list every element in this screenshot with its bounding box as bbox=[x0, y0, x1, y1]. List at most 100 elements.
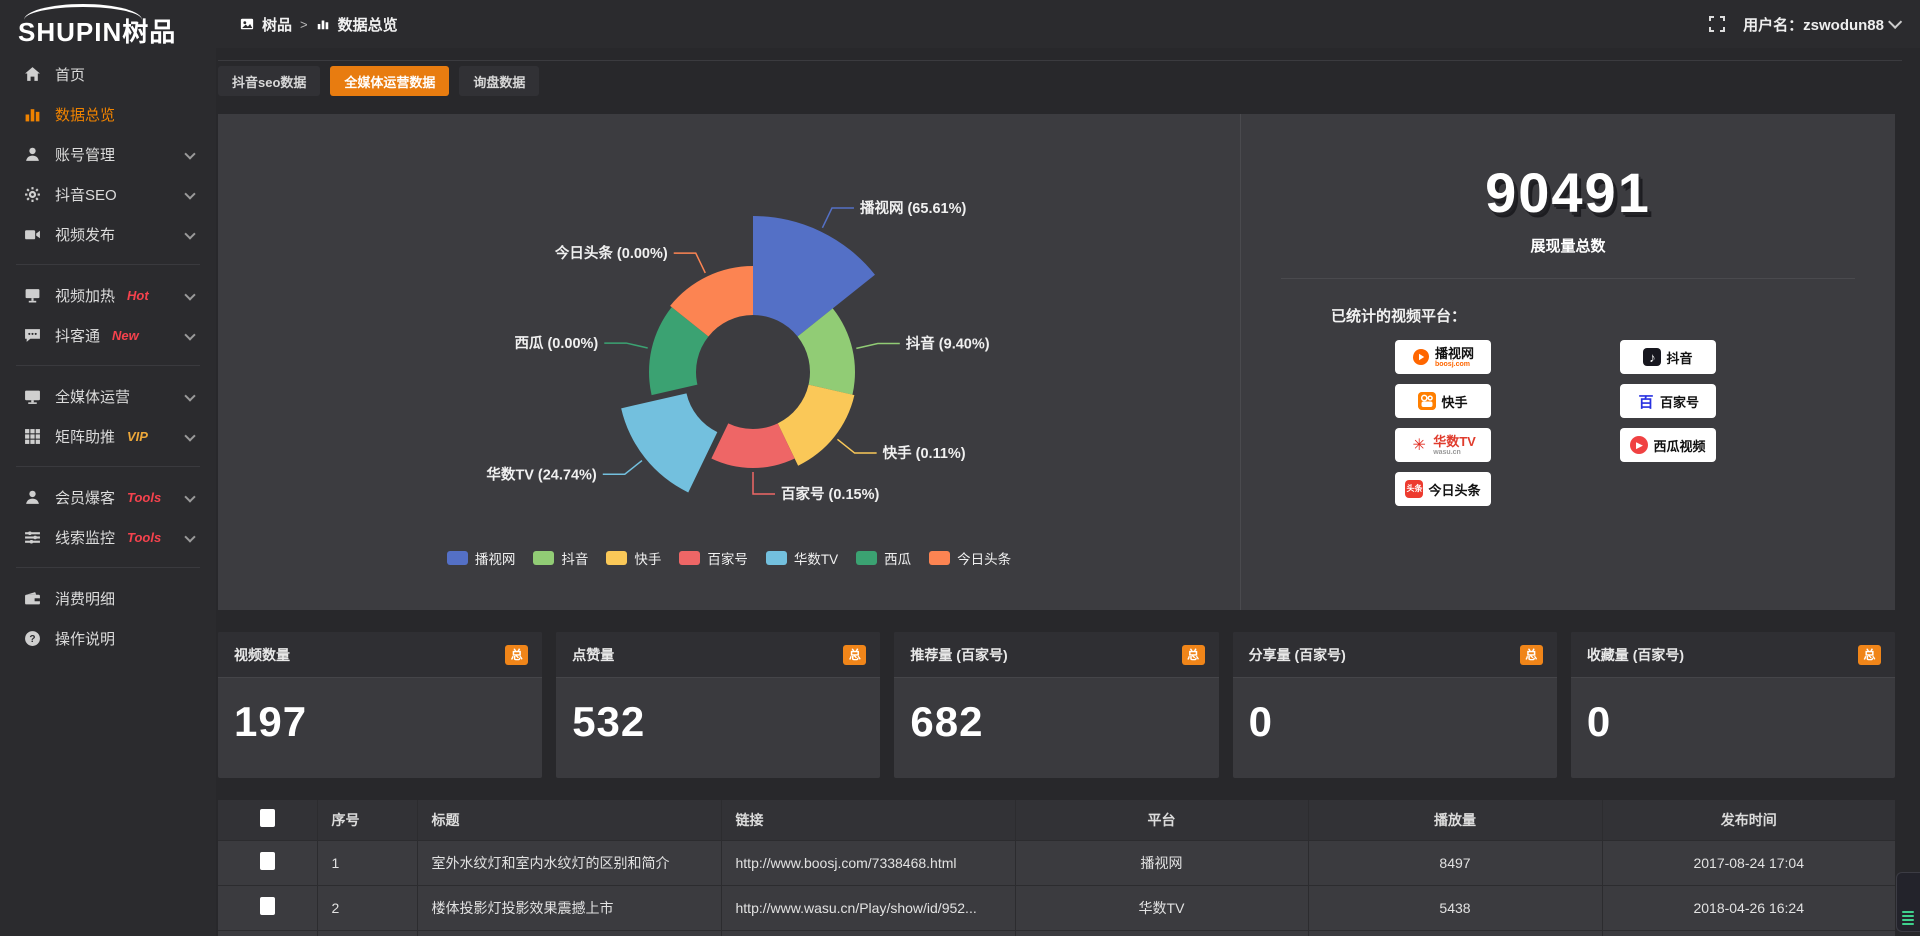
table-row-partial bbox=[218, 930, 1895, 936]
stat-card-video-count: 视频数量 总 197 bbox=[218, 632, 542, 778]
home-icon bbox=[24, 66, 41, 83]
app-logo[interactable]: SHUPIN树品 bbox=[18, 4, 208, 44]
legend-item[interactable]: 快手 bbox=[606, 548, 661, 568]
fullscreen-icon[interactable] bbox=[1709, 16, 1725, 32]
chevron-down-icon bbox=[184, 228, 195, 239]
stat-label: 推荐量 (百家号) bbox=[910, 645, 1007, 665]
video-icon bbox=[24, 226, 41, 243]
legend-item[interactable]: 今日头条 bbox=[929, 548, 1011, 568]
floating-side-widget[interactable] bbox=[1896, 872, 1920, 932]
sidebar-item-lead-monitor[interactable]: 线索监控 Tools bbox=[0, 517, 216, 557]
pie-label: 华数TV (24.74%) bbox=[486, 465, 597, 483]
total-badge[interactable]: 总 bbox=[1520, 645, 1543, 665]
pie-slice-华数TV[interactable] bbox=[621, 393, 717, 492]
stat-label: 分享量 (百家号) bbox=[1249, 645, 1346, 665]
user-icon bbox=[24, 146, 41, 163]
bar-chart-icon bbox=[24, 106, 41, 123]
sidebar-item-label: 消费明细 bbox=[55, 588, 115, 609]
breadcrumb-root[interactable]: 树品 bbox=[262, 14, 292, 35]
total-badge[interactable]: 总 bbox=[843, 645, 866, 665]
stat-value: 532 bbox=[572, 698, 880, 746]
top-bar: SHUPIN树品 树品 > 数据总览 用户名：zswodun88 bbox=[0, 0, 1920, 48]
sidebar-item-data-overview[interactable]: 数据总览 bbox=[0, 94, 216, 134]
label-line bbox=[753, 472, 775, 494]
sidebar-item-help[interactable]: ? 操作说明 bbox=[0, 618, 216, 658]
platform-badge-toutiao[interactable]: 头条 今日头条 bbox=[1395, 472, 1491, 506]
stat-card-header: 分享量 (百家号) 总 bbox=[1233, 632, 1557, 678]
row-time: 2017-08-24 17:04 bbox=[1602, 840, 1895, 885]
stat-label: 收藏量 (百家号) bbox=[1587, 645, 1684, 665]
platform-share-pie-chart: 播视网 (65.61%)抖音 (9.40%)快手 (0.11%)百家号 (0.1… bbox=[218, 114, 1240, 610]
vip-badge: VIP bbox=[127, 429, 148, 444]
row-url-link[interactable]: http://www.wasu.cn/Play/show/id/952... bbox=[721, 885, 1015, 930]
sidebar-item-video-publish[interactable]: 视频发布 bbox=[0, 214, 216, 254]
row-checkbox[interactable] bbox=[260, 852, 275, 870]
legend-item[interactable]: 抖音 bbox=[533, 548, 588, 568]
platform-name: 华数TV bbox=[1433, 435, 1476, 448]
legend-item[interactable]: 百家号 bbox=[679, 548, 748, 568]
total-badge[interactable]: 总 bbox=[1858, 645, 1881, 665]
summary-divider bbox=[1281, 278, 1855, 279]
sidebar-item-doketong[interactable]: 抖客通 New bbox=[0, 315, 216, 355]
col-header-platform: 平台 bbox=[1015, 800, 1308, 840]
sidebar-divider bbox=[16, 466, 200, 467]
hot-badge: Hot bbox=[127, 288, 149, 303]
tab-omni-media-data[interactable]: 全媒体运营数据 bbox=[330, 66, 449, 96]
select-all-checkbox[interactable] bbox=[260, 809, 275, 827]
platform-badge-boosj[interactable]: 播视网boosj.com bbox=[1395, 340, 1491, 374]
platform-badge-xigua[interactable]: ▶ 西瓜视频 bbox=[1620, 428, 1716, 462]
row-platform: 播视网 bbox=[1015, 840, 1308, 885]
breadcrumb: 树品 > 数据总览 bbox=[240, 0, 398, 48]
sidebar-item-label: 抖音SEO bbox=[55, 184, 117, 205]
total-badge[interactable]: 总 bbox=[1182, 645, 1205, 665]
tab-inquiry-data[interactable]: 询盘数据 bbox=[459, 66, 539, 96]
sidebar-item-member-burst[interactable]: 会员爆客 Tools bbox=[0, 477, 216, 517]
platform-badge-baijiahao[interactable]: 百 百家号 bbox=[1620, 384, 1716, 418]
row-title-link[interactable]: 楼体投影灯投影效果震撼上市 bbox=[417, 885, 721, 930]
sidebar-item-account[interactable]: 账号管理 bbox=[0, 134, 216, 174]
sidebar-item-matrix-boost[interactable]: 矩阵助推 VIP bbox=[0, 416, 216, 456]
sidebar-item-omni-media[interactable]: 全媒体运营 bbox=[0, 376, 216, 416]
legend-item[interactable]: 西瓜 bbox=[856, 548, 911, 568]
col-header-link: 链接 bbox=[721, 800, 1015, 840]
stat-card-favorites: 收藏量 (百家号) 总 0 bbox=[1571, 632, 1895, 778]
row-index: 2 bbox=[317, 885, 417, 930]
chevron-down-icon bbox=[184, 329, 195, 340]
legend-label: 抖音 bbox=[561, 548, 588, 568]
total-impressions-value: 90491 bbox=[1241, 160, 1895, 225]
tab-douyin-seo-data[interactable]: 抖音seo数据 bbox=[218, 66, 320, 96]
legend-item[interactable]: 华数TV bbox=[766, 548, 838, 568]
row-title-link[interactable]: 室外水纹灯和室内水纹灯的区别和简介 bbox=[417, 840, 721, 885]
sidebar-item-home[interactable]: 首页 bbox=[0, 54, 216, 94]
sidebar-item-spending-detail[interactable]: 消费明细 bbox=[0, 578, 216, 618]
platform-badge-douyin[interactable]: ♪ 抖音 bbox=[1620, 340, 1716, 374]
sidebar-item-video-heat[interactable]: 视频加热 Hot bbox=[0, 275, 216, 315]
table-row: 1 室外水纹灯和室内水纹灯的区别和简介 http://www.boosj.com… bbox=[218, 840, 1895, 885]
overview-panel: 播视网 (65.61%)抖音 (9.40%)快手 (0.11%)百家号 (0.1… bbox=[218, 114, 1895, 610]
chevron-down-icon bbox=[184, 531, 195, 542]
sidebar-item-douyin-seo[interactable]: 抖音SEO bbox=[0, 174, 216, 214]
stat-value: 682 bbox=[910, 698, 1218, 746]
platform-badge-wasu[interactable]: ✳ 华数TVwasu.cn bbox=[1395, 428, 1491, 462]
impressions-summary: 90491 展现量总数 已统计的视频平台： 播视网boosj.com ♪ 抖音 … bbox=[1240, 114, 1895, 610]
legend-item[interactable]: 播视网 bbox=[447, 548, 516, 568]
chart-legend: 播视网 抖音 快手 百家号 华数TV 西瓜 今日头条 bbox=[218, 548, 1240, 568]
toutiao-logo-icon: 头条 bbox=[1405, 480, 1423, 498]
person-icon bbox=[24, 489, 41, 506]
total-badge[interactable]: 总 bbox=[505, 645, 528, 665]
breadcrumb-separator: > bbox=[300, 17, 308, 32]
label-line bbox=[604, 343, 647, 348]
header-divider bbox=[218, 60, 1902, 61]
row-plays: 8497 bbox=[1308, 840, 1602, 885]
row-checkbox[interactable] bbox=[260, 897, 275, 915]
row-url-link[interactable]: http://www.boosj.com/7338468.html bbox=[721, 840, 1015, 885]
platform-badge-kuaishou[interactable]: 快手 bbox=[1395, 384, 1491, 418]
pie-slice-播视网[interactable] bbox=[753, 216, 875, 336]
label-line bbox=[822, 208, 854, 228]
tools-badge: Tools bbox=[127, 530, 161, 545]
pie-label: 西瓜 (0.00%) bbox=[514, 335, 598, 352]
video-table: 序号 标题 链接 平台 播放量 发布时间 1 室外水纹灯和室内水纹灯的区别和简介… bbox=[218, 800, 1895, 936]
pie-svg[interactable]: 播视网 (65.61%)抖音 (9.40%)快手 (0.11%)百家号 (0.1… bbox=[218, 114, 1240, 610]
user-menu[interactable]: 用户名：zswodun88 bbox=[1743, 14, 1898, 35]
col-header-index: 序号 bbox=[317, 800, 417, 840]
